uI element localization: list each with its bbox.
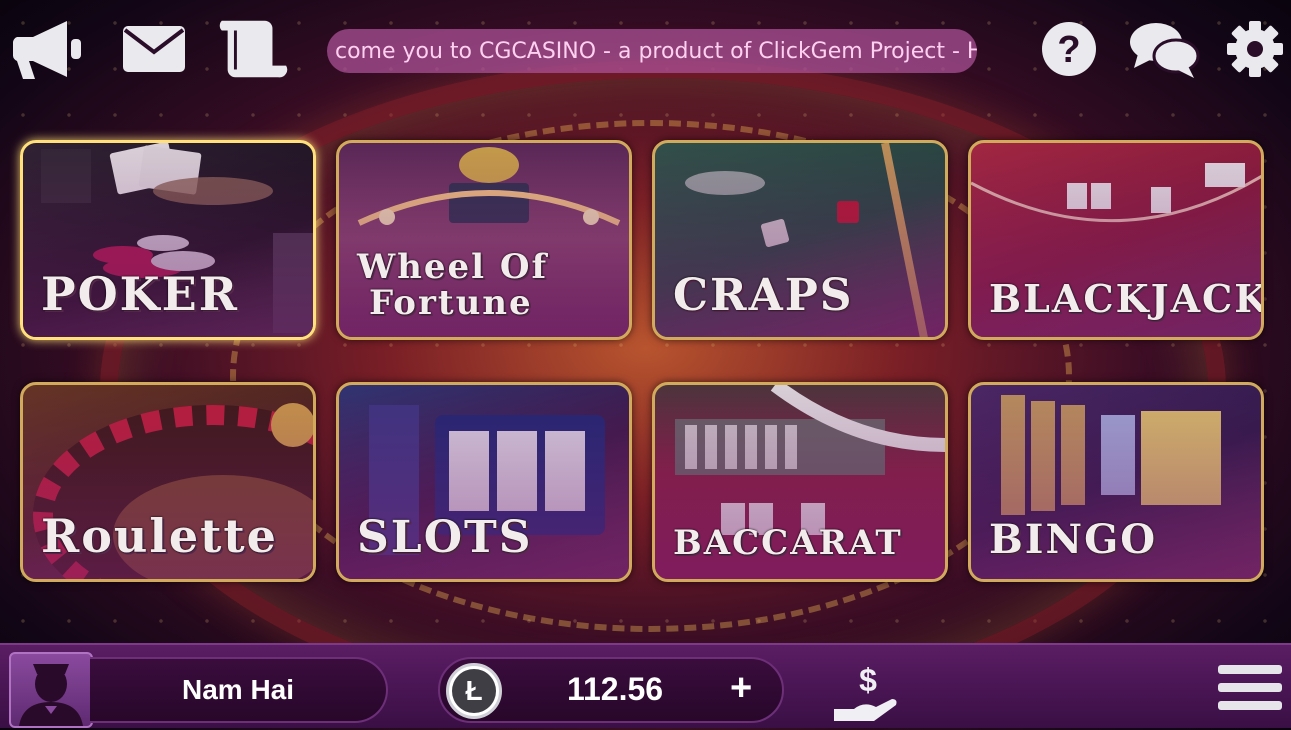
currency-symbol: Ł	[452, 669, 496, 713]
username: Nam Hai	[181, 674, 295, 705]
title-line-2: Fortune	[369, 283, 533, 323]
user-avatar-icon	[19, 664, 83, 726]
game-title: Wheel Of Fortune	[357, 249, 548, 321]
top-bar: come you to CGCASINO - a product of Clic…	[0, 0, 1291, 100]
menu-icon-bar	[1218, 683, 1282, 692]
game-tile-baccarat[interactable]: BACCARAT	[652, 382, 948, 582]
menu-icon-bar	[1218, 665, 1282, 674]
settings-button[interactable]	[1222, 14, 1288, 84]
chat-icon	[1130, 23, 1200, 78]
avatar[interactable]	[9, 652, 93, 728]
help-icon: ?	[1042, 22, 1096, 76]
game-tile-blackjack[interactable]: BLACKJACK	[968, 140, 1264, 340]
scroll-icon	[219, 20, 288, 78]
ticker-text: come you to CGCASINO - a product of Clic…	[335, 38, 977, 64]
announcements-button[interactable]	[12, 14, 88, 84]
game-title: BACCARAT	[673, 523, 903, 563]
gear-icon	[1227, 21, 1283, 77]
game-title: POKER	[41, 267, 239, 321]
game-tile-wheel-of-fortune[interactable]: Wheel Of Fortune	[336, 140, 632, 340]
menu-button[interactable]	[1218, 665, 1282, 723]
game-title: Roulette	[41, 509, 278, 563]
svg-text:$: $	[859, 662, 877, 698]
game-title: SLOTS	[357, 512, 533, 563]
chat-button[interactable]	[1126, 14, 1202, 84]
history-button[interactable]	[214, 14, 290, 84]
svg-text:?: ?	[1057, 29, 1080, 71]
game-tile-slots[interactable]: SLOTS	[336, 382, 632, 582]
menu-icon-bar	[1218, 701, 1282, 710]
balance-amount: 112.56	[566, 671, 664, 707]
help-button[interactable]: ?	[1032, 14, 1106, 84]
add-funds-button[interactable]: +	[730, 667, 752, 710]
game-tile-roulette[interactable]: Roulette	[20, 382, 316, 582]
megaphone-icon	[13, 21, 81, 79]
hand-money-icon: $	[834, 662, 897, 721]
news-ticker: come you to CGCASINO - a product of Clic…	[327, 29, 977, 73]
username-box: Nam Hai	[90, 657, 388, 723]
mail-button[interactable]	[116, 14, 192, 84]
mail-icon	[123, 26, 185, 72]
game-tile-bingo[interactable]: BINGO	[968, 382, 1264, 582]
bottom-bar: Nam Hai Ł 112.56 + $	[0, 643, 1291, 728]
game-tile-craps[interactable]: CRAPS	[652, 140, 948, 340]
title-line-1: Wheel Of	[357, 247, 549, 287]
cashier-button[interactable]: $	[828, 661, 904, 725]
game-title: BINGO	[989, 516, 1158, 563]
balance-box: Ł 112.56 +	[438, 657, 784, 723]
litecoin-icon: Ł	[446, 663, 502, 719]
game-tile-poker[interactable]: POKER	[20, 140, 316, 340]
game-title: CRAPS	[673, 270, 854, 321]
game-title: BLACKJACK	[989, 276, 1264, 321]
